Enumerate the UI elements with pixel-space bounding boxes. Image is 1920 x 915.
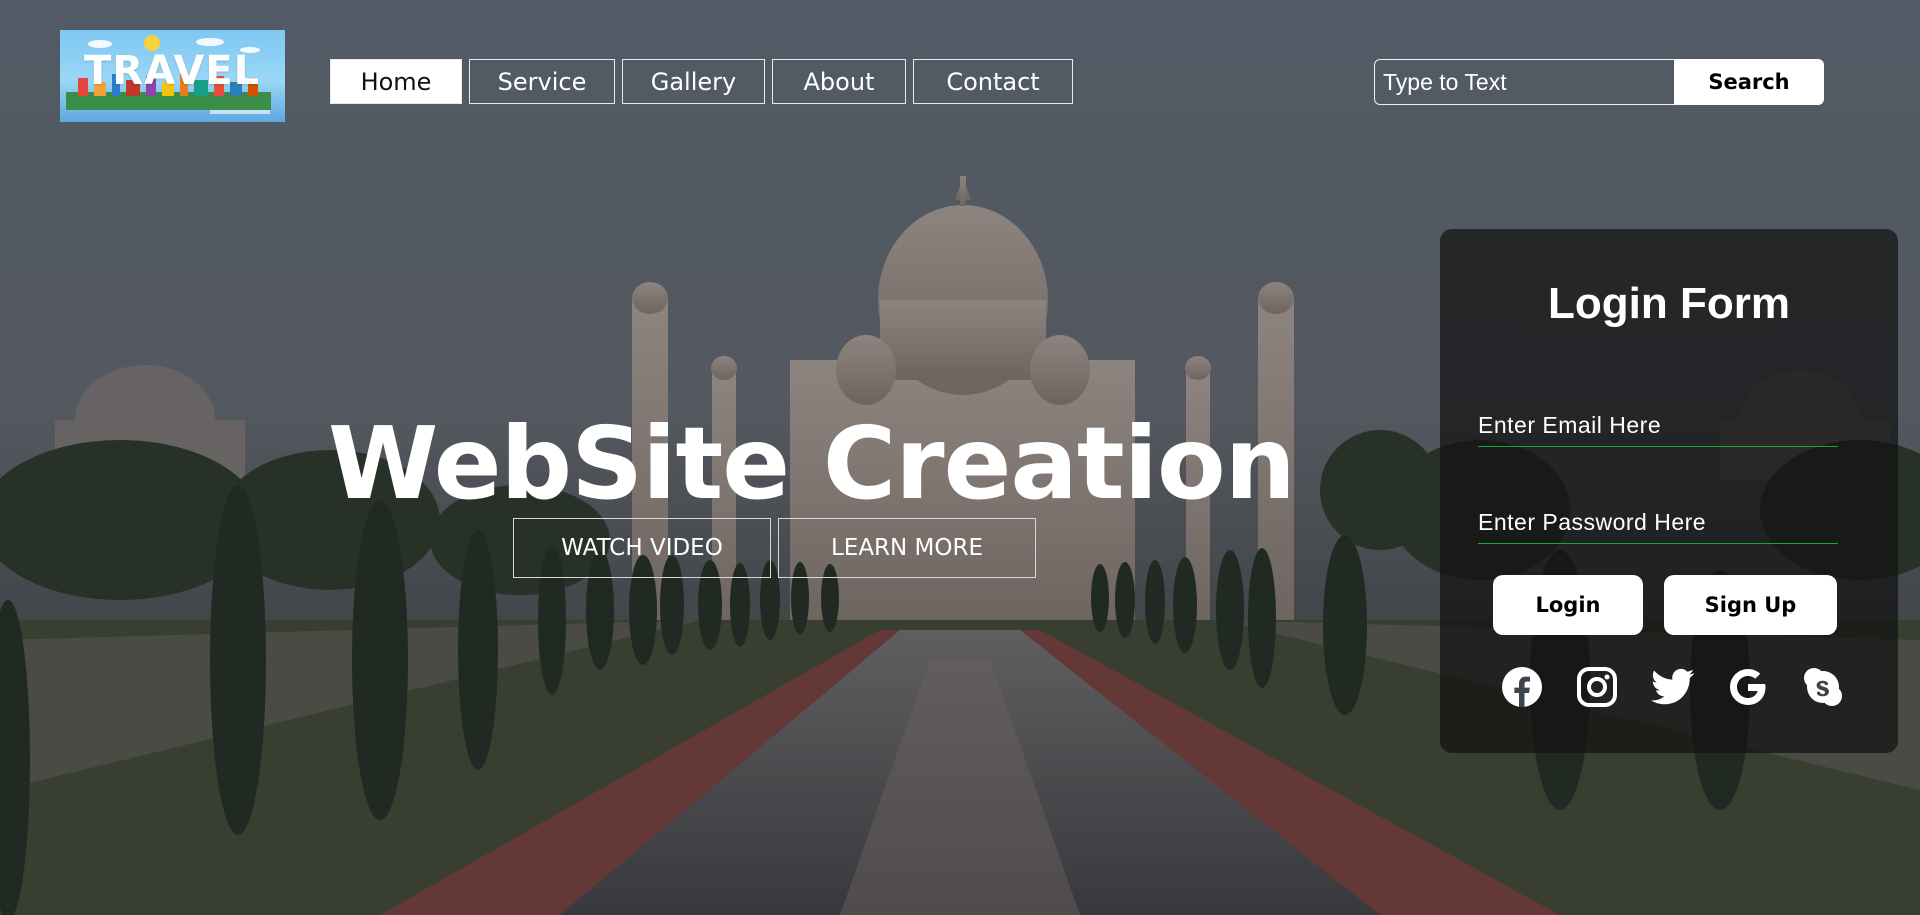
twitter-icon[interactable] [1650,665,1695,709]
learn-more-button[interactable]: LEARN MORE [778,518,1036,578]
nav-contact[interactable]: Contact [913,59,1073,104]
nav-home[interactable]: Home [330,59,462,104]
skype-icon[interactable] [1801,665,1845,709]
watch-video-button[interactable]: WATCH VIDEO [513,518,771,578]
main-nav: Home Service Gallery About Contact [330,59,1073,104]
password-field[interactable] [1478,502,1838,544]
logo[interactable]: TRAVEL [60,30,285,122]
login-panel: Login Form Login Sign Up [1440,229,1898,753]
email-field[interactable] [1478,405,1838,447]
hero-actions: WATCH VIDEO LEARN MORE [513,518,1036,578]
search-input[interactable] [1374,59,1674,105]
logo-text: TRAVEL [84,48,261,94]
signup-button[interactable]: Sign Up [1664,575,1837,635]
facebook-icon[interactable] [1500,665,1544,709]
instagram-icon[interactable] [1575,665,1619,709]
nav-about[interactable]: About [772,59,906,104]
nav-gallery[interactable]: Gallery [622,59,765,104]
google-icon[interactable] [1726,665,1770,709]
login-title: Login Form [1548,279,1790,328]
social-links [1500,665,1845,709]
hero-title: WebSite Creation [328,405,1296,522]
nav-service[interactable]: Service [469,59,615,104]
search-bar: Search [1374,59,1824,105]
login-button[interactable]: Login [1493,575,1643,635]
search-button[interactable]: Search [1674,59,1824,105]
